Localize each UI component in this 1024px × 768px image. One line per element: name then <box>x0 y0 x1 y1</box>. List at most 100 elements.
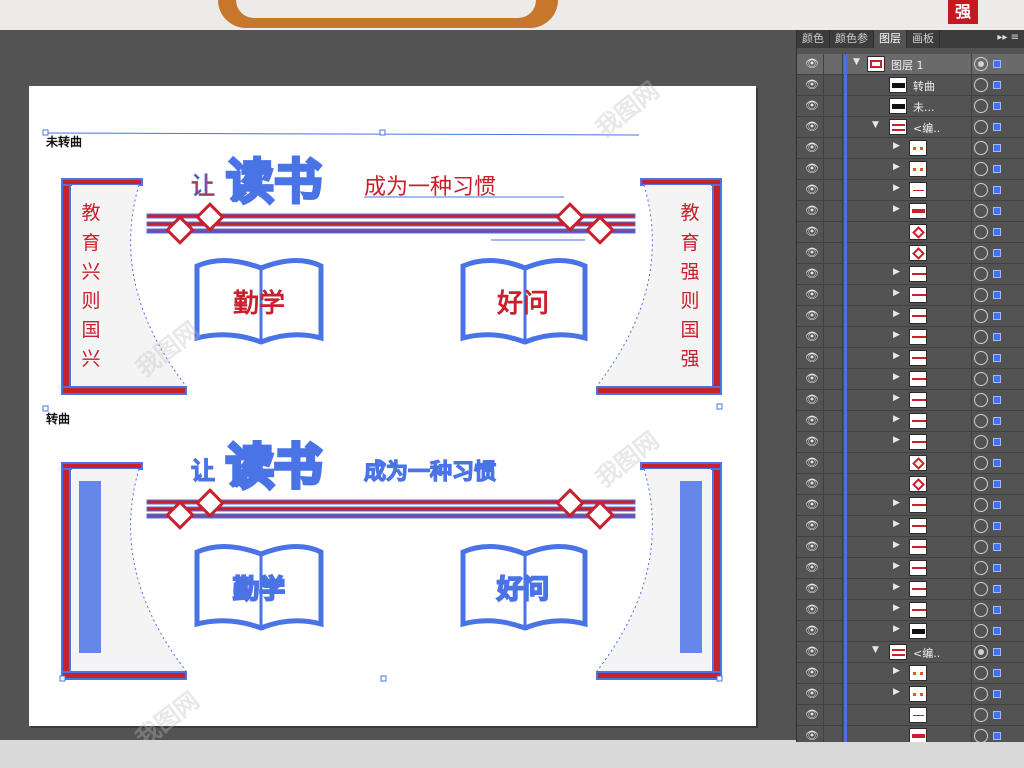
visibility-eye-icon[interactable]: 👁 <box>801 327 823 347</box>
visibility-eye-icon[interactable]: 👁 <box>801 180 823 200</box>
selection-indicator[interactable] <box>993 186 1001 194</box>
lock-toggle[interactable] <box>823 516 843 536</box>
expand-arrow-icon[interactable]: ▶ <box>893 561 900 571</box>
layers-panel[interactable]: 颜色 颜色参 图层 画板 ▸▸ ≡ 👁 ▼ 图层 1 👁 转曲 👁 未... 👁 ▼ <编.. 👁 ▶… <box>796 30 1024 742</box>
expand-arrow-icon[interactable]: ▶ <box>893 498 900 508</box>
selection-indicator[interactable] <box>993 417 1001 425</box>
selection-indicator[interactable] <box>993 291 1001 299</box>
expand-arrow-icon[interactable]: ▶ <box>893 624 900 634</box>
lock-toggle[interactable] <box>823 453 843 473</box>
selection-indicator[interactable] <box>993 270 1001 278</box>
target-circle-icon[interactable] <box>974 309 988 323</box>
target-circle-icon[interactable] <box>974 246 988 260</box>
lock-toggle[interactable] <box>823 54 843 74</box>
selection-indicator[interactable] <box>993 690 1001 698</box>
target-circle-icon[interactable] <box>974 624 988 638</box>
selection-indicator[interactable] <box>993 228 1001 236</box>
visibility-eye-icon[interactable]: 👁 <box>801 411 823 431</box>
target-circle-icon[interactable] <box>974 204 988 218</box>
tab-color[interactable]: 颜色 <box>797 30 830 48</box>
lock-toggle[interactable] <box>823 495 843 515</box>
lock-toggle[interactable] <box>823 621 843 641</box>
layer-row[interactable]: 👁 ▶ <box>797 621 1024 642</box>
visibility-eye-icon[interactable]: 👁 <box>801 285 823 305</box>
lock-toggle[interactable] <box>823 138 843 158</box>
expand-arrow-icon[interactable]: ▶ <box>893 519 900 529</box>
target-circle-icon[interactable] <box>974 582 988 596</box>
design-top[interactable]: 未转曲 教 育 兴 则 国 兴 教 育 强 则 国 强 让 读书 成为一种习惯 … <box>42 129 722 395</box>
design-bottom[interactable]: 转曲 让 读书 成为一种习惯 勤学 好问 <box>42 403 723 682</box>
expand-arrow-icon[interactable]: ▶ <box>893 435 900 445</box>
visibility-eye-icon[interactable]: 👁 <box>801 159 823 179</box>
visibility-eye-icon[interactable]: 👁 <box>801 495 823 515</box>
expand-arrow-icon[interactable]: ▶ <box>893 582 900 592</box>
target-circle-icon[interactable] <box>974 666 988 680</box>
layer-name[interactable]: <编.. <box>913 120 940 136</box>
visibility-eye-icon[interactable]: 👁 <box>801 75 823 95</box>
target-circle-icon[interactable] <box>974 561 988 575</box>
book-left[interactable]: 勤学 <box>194 257 324 345</box>
expand-arrow-icon[interactable]: ▶ <box>893 141 900 151</box>
visibility-eye-icon[interactable]: 👁 <box>801 138 823 158</box>
visibility-eye-icon[interactable]: 👁 <box>801 348 823 368</box>
layer-row[interactable]: 👁 ▶ <box>797 537 1024 558</box>
target-circle-icon[interactable] <box>974 519 988 533</box>
visibility-eye-icon[interactable]: 👁 <box>801 306 823 326</box>
target-circle-icon[interactable] <box>974 729 988 742</box>
tab-layers[interactable]: 图层 <box>874 30 907 48</box>
target-circle-icon[interactable] <box>974 141 988 155</box>
target-circle-icon[interactable] <box>974 393 988 407</box>
lock-toggle[interactable] <box>823 474 843 494</box>
layer-row[interactable]: 👁 ▶ <box>797 180 1024 201</box>
visibility-eye-icon[interactable]: 👁 <box>801 537 823 557</box>
lock-toggle[interactable] <box>823 348 843 368</box>
expand-arrow-icon[interactable]: ▶ <box>893 687 900 697</box>
lock-toggle[interactable] <box>823 201 843 221</box>
visibility-eye-icon[interactable]: 👁 <box>801 432 823 452</box>
lock-toggle[interactable] <box>823 390 843 410</box>
layer-row[interactable]: 👁 ▶ <box>797 285 1024 306</box>
layer-row[interactable]: 👁 ▶ <box>797 369 1024 390</box>
layer-row[interactable]: 👁 ▶ <box>797 516 1024 537</box>
selection-indicator[interactable] <box>993 711 1001 719</box>
selection-indicator[interactable] <box>993 207 1001 215</box>
lock-toggle[interactable] <box>823 558 843 578</box>
layer-row[interactable]: 👁 ▼ <编.. <box>797 117 1024 138</box>
visibility-eye-icon[interactable]: 👁 <box>801 222 823 242</box>
selection-indicator[interactable] <box>993 354 1001 362</box>
lock-toggle[interactable] <box>823 285 843 305</box>
target-circle-icon[interactable] <box>974 687 988 701</box>
collapse-arrow-icon[interactable]: ▼ <box>872 645 879 655</box>
lock-toggle[interactable] <box>823 243 843 263</box>
lock-toggle[interactable] <box>823 537 843 557</box>
tab-artboards[interactable]: 画板 <box>907 30 940 48</box>
layer-row[interactable]: 👁 ▶ <box>797 663 1024 684</box>
layer-row[interactable]: 👁 ▶ <box>797 159 1024 180</box>
layer-name[interactable]: <编.. <box>913 645 940 661</box>
layer-row[interactable]: 👁 ▶ <box>797 684 1024 705</box>
visibility-eye-icon[interactable]: 👁 <box>801 96 823 116</box>
layer-row[interactable]: 👁 <box>797 726 1024 742</box>
visibility-eye-icon[interactable]: 👁 <box>801 201 823 221</box>
layers-list[interactable]: 👁 ▼ 图层 1 👁 转曲 👁 未... 👁 ▼ <编.. 👁 ▶ 👁 ▶ 👁 ▶ 👁 ▶ 👁 👁 👁 ▶ 👁 ▶ 👁 ▶ 👁 ▶ 👁 ▶… <box>797 54 1024 742</box>
layer-row[interactable]: 👁 ▼ <编.. <box>797 642 1024 663</box>
target-circle-icon[interactable] <box>974 330 988 344</box>
target-circle-icon[interactable] <box>974 183 988 197</box>
layer-row[interactable]: 👁 ▶ <box>797 600 1024 621</box>
lock-toggle[interactable] <box>823 432 843 452</box>
selection-indicator[interactable] <box>993 627 1001 635</box>
layer-row[interactable]: 👁 ▶ <box>797 138 1024 159</box>
expand-arrow-icon[interactable]: ▶ <box>893 162 900 172</box>
target-circle-icon[interactable] <box>974 498 988 512</box>
selection-indicator[interactable] <box>993 312 1001 320</box>
layer-row[interactable]: 👁 ▶ <box>797 558 1024 579</box>
target-circle-icon[interactable] <box>974 57 988 71</box>
selection-indicator[interactable] <box>993 606 1001 614</box>
lock-toggle[interactable] <box>823 726 843 742</box>
visibility-eye-icon[interactable]: 👁 <box>801 621 823 641</box>
layer-row[interactable]: 👁 <box>797 453 1024 474</box>
selection-indicator[interactable] <box>993 543 1001 551</box>
visibility-eye-icon[interactable]: 👁 <box>801 117 823 137</box>
layer-row[interactable]: 👁 转曲 <box>797 75 1024 96</box>
selection-indicator[interactable] <box>993 669 1001 677</box>
